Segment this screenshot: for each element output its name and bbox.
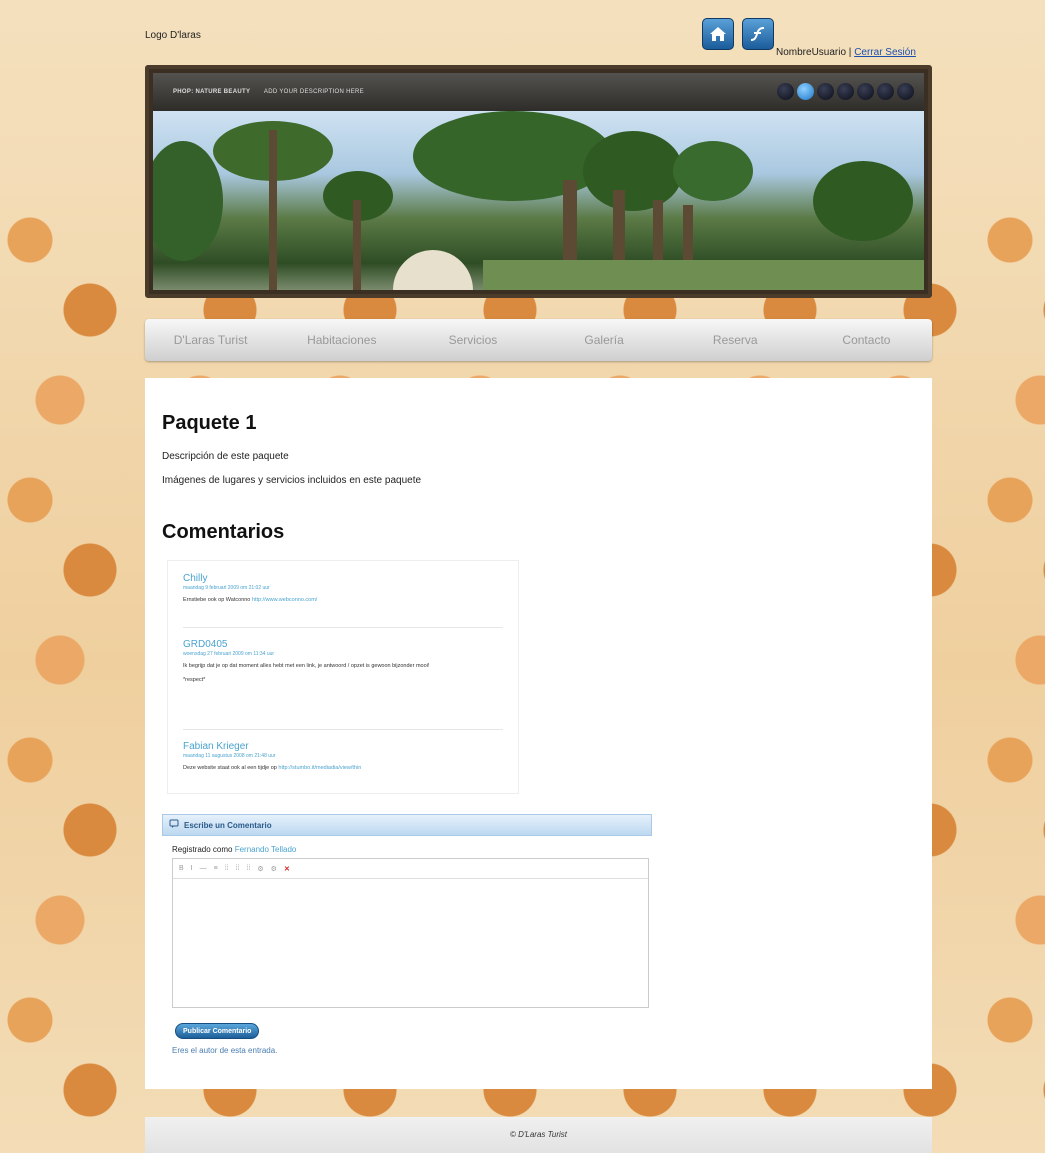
comment-author[interactable]: GRD0405 <box>183 639 513 650</box>
reply-form: Escribe un Comentario Registrado como Fe… <box>162 814 652 1066</box>
registered-user-link[interactable]: Fernando Tellado <box>235 845 297 854</box>
comments-list: Chilly maandag 9 februari 2009 om 21:02 … <box>167 560 519 794</box>
author-note: Eres el autor de esta entrada. <box>172 1046 278 1055</box>
toolbar-button[interactable]: ⁞⁞ <box>236 865 240 872</box>
toolbar-button[interactable]: ⁞⁞ <box>225 865 229 872</box>
package-images-text: Imágenes de lugares y servicios incluido… <box>162 475 422 486</box>
banner-caption-desc: ADD YOUR DESCRIPTION HERE <box>263 89 364 95</box>
comment-divider <box>183 729 503 730</box>
comment-meta: maandag 11 augustus 2008 om 21:48 uur <box>183 753 276 759</box>
nav-item[interactable]: Reserva <box>670 333 801 347</box>
reply-heading: Escribe un Comentario <box>184 820 272 830</box>
content-area: Paquete 1 Descripción de este paquete Im… <box>145 378 932 1089</box>
toolbar-button[interactable]: ⁞⁞ <box>247 865 251 872</box>
slider-dot[interactable] <box>817 83 834 100</box>
banner-image <box>153 111 924 290</box>
slider-dot[interactable] <box>857 83 874 100</box>
comments-title: Comentarios <box>162 521 285 543</box>
banner-slider: PHOP: NATURE BEAUTY ADD YOUR DESCRIPTION… <box>145 65 932 298</box>
toolbar-button[interactable]: I <box>191 865 193 872</box>
comment-item: Chilly maandag 9 februari 2009 om 21:02 … <box>183 573 513 605</box>
user-separator: | <box>846 47 855 58</box>
comment-bubble-icon <box>169 819 179 831</box>
slider-dots <box>777 83 914 100</box>
slider-dot[interactable] <box>777 83 794 100</box>
toolbar-button[interactable]: ✕ <box>284 865 290 873</box>
comment-item: Fabian Krieger maandag 11 augustus 2008 … <box>183 741 513 773</box>
comment-meta: woensdag 27 februari 2009 om 11:34 uur <box>183 651 275 657</box>
toolbar-button[interactable]: ⚙ <box>271 865 277 873</box>
main-nav: D'Laras Turist Habitaciones Servicios Galer… <box>145 319 932 361</box>
toolbar-button[interactable]: ≡ <box>214 865 218 872</box>
nav-item[interactable]: Contacto <box>801 333 932 347</box>
comment-editor[interactable]: B I — ≡ ⁞⁞ ⁞⁞ ⁞⁞ ⚙ ⚙ ✕ <box>172 858 649 1008</box>
comment-text-extra: *respect* <box>183 677 206 684</box>
package-title: Paquete 1 <box>162 412 257 434</box>
toolbar-button[interactable]: — <box>200 865 207 872</box>
nav-item[interactable]: D'Laras Turist <box>145 333 276 347</box>
comment-divider <box>183 627 503 628</box>
nav-item[interactable]: Servicios <box>407 333 538 347</box>
comment-text: Ernstiebe ook op Watconno http://www.web… <box>183 597 318 603</box>
comment-link[interactable]: http://www.webconno.com/ <box>252 597 317 603</box>
publish-comment-button[interactable]: Publicar Comentario <box>175 1023 260 1039</box>
comment-text: Deze website staat ook al een tijdje op … <box>183 765 362 771</box>
slider-dot[interactable] <box>837 83 854 100</box>
toolbar-button[interactable]: B <box>179 865 184 872</box>
nav-item[interactable]: Galería <box>539 333 670 347</box>
home-icon[interactable] <box>702 18 734 50</box>
nav-item[interactable]: Habitaciones <box>276 333 407 347</box>
editor-toolbar: B I — ≡ ⁞⁞ ⁞⁞ ⁞⁞ ⚙ ⚙ ✕ <box>173 859 648 879</box>
comment-meta: maandag 9 februari 2009 om 21:02 uur <box>183 585 270 591</box>
slider-dot[interactable] <box>897 83 914 100</box>
user-area: NombreUsuario | Cerrar Sesión <box>776 47 916 58</box>
banner-caption-bar: PHOP: NATURE BEAUTY ADD YOUR DESCRIPTION… <box>153 73 924 111</box>
footer: © D'Laras Turist <box>145 1117 932 1153</box>
comment-author[interactable]: Chilly <box>183 573 513 584</box>
flash-icon[interactable] <box>742 18 774 50</box>
package-description: Descripción de este paquete <box>162 451 289 462</box>
registered-as: Registrado como Fernando Tellado <box>172 845 297 854</box>
toolbar-button[interactable]: ⚙ <box>257 865 263 873</box>
username: NombreUsuario <box>776 47 847 58</box>
logout-link[interactable]: Cerrar Sesión <box>854 47 916 58</box>
comment-text: Ik begrijp dat je op dat moment alles he… <box>183 663 430 669</box>
top-icons <box>702 18 774 50</box>
comment-author[interactable]: Fabian Krieger <box>183 741 513 752</box>
comment-item: GRD0405 woensdag 27 februari 2009 om 11:… <box>183 639 513 686</box>
slider-dot[interactable] <box>877 83 894 100</box>
comment-link[interactable]: http://stumbo.it/mediadia/view/thin <box>278 765 361 771</box>
banner-caption-title: PHOP: NATURE BEAUTY <box>173 89 251 95</box>
reply-header: Escribe un Comentario <box>162 814 652 836</box>
site-logo: Logo D'laras <box>145 30 201 41</box>
slider-dot[interactable] <box>797 83 814 100</box>
